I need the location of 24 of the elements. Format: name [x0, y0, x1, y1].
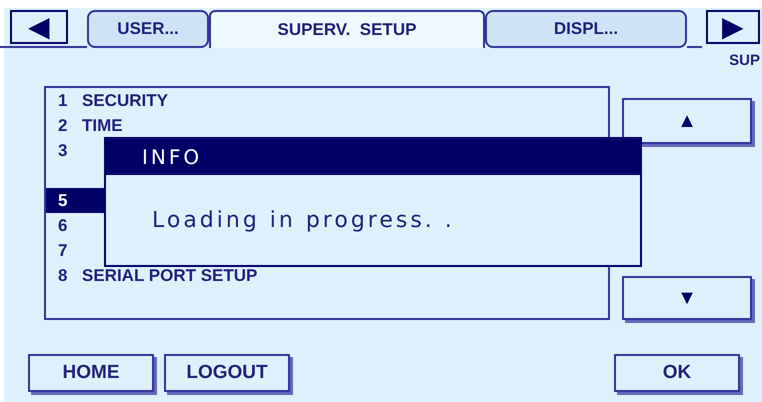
menu-item[interactable]: 1 SECURITY	[46, 88, 608, 113]
action-button[interactable]: LOGOUT	[164, 354, 290, 392]
scroll-up-button[interactable]: ▲	[622, 98, 752, 144]
tab[interactable]: DISPL...	[485, 10, 687, 48]
item-label: SECURITY	[81, 90, 168, 112]
tab[interactable]: USER...	[87, 10, 209, 48]
item-label: SERIAL PORT SETUP	[81, 264, 258, 287]
menu-item[interactable]: 8 SERIAL PORT SETUP	[46, 263, 608, 288]
item-number: 8	[57, 264, 68, 287]
section-label: SUP	[729, 51, 760, 70]
item-number: 7	[57, 240, 68, 262]
item-number: 2	[57, 114, 68, 137]
dialog-title: INFO	[106, 139, 640, 175]
tab[interactable]: SUPERV. SETUP	[209, 10, 485, 48]
item-label: TIME	[81, 114, 123, 137]
dialog-message: Loading in progress. .	[152, 206, 455, 234]
action-button[interactable]: OK	[614, 354, 740, 392]
action-button[interactable]: HOME	[28, 354, 154, 392]
scroll-down-button[interactable]: ▼	[622, 276, 752, 320]
item-number: 5	[57, 190, 68, 212]
previous-button[interactable]: ◀	[10, 10, 68, 44]
next-button[interactable]: ▶	[706, 10, 760, 44]
item-number: 1	[57, 90, 68, 112]
menu-item[interactable]: 2 TIME	[46, 113, 608, 138]
